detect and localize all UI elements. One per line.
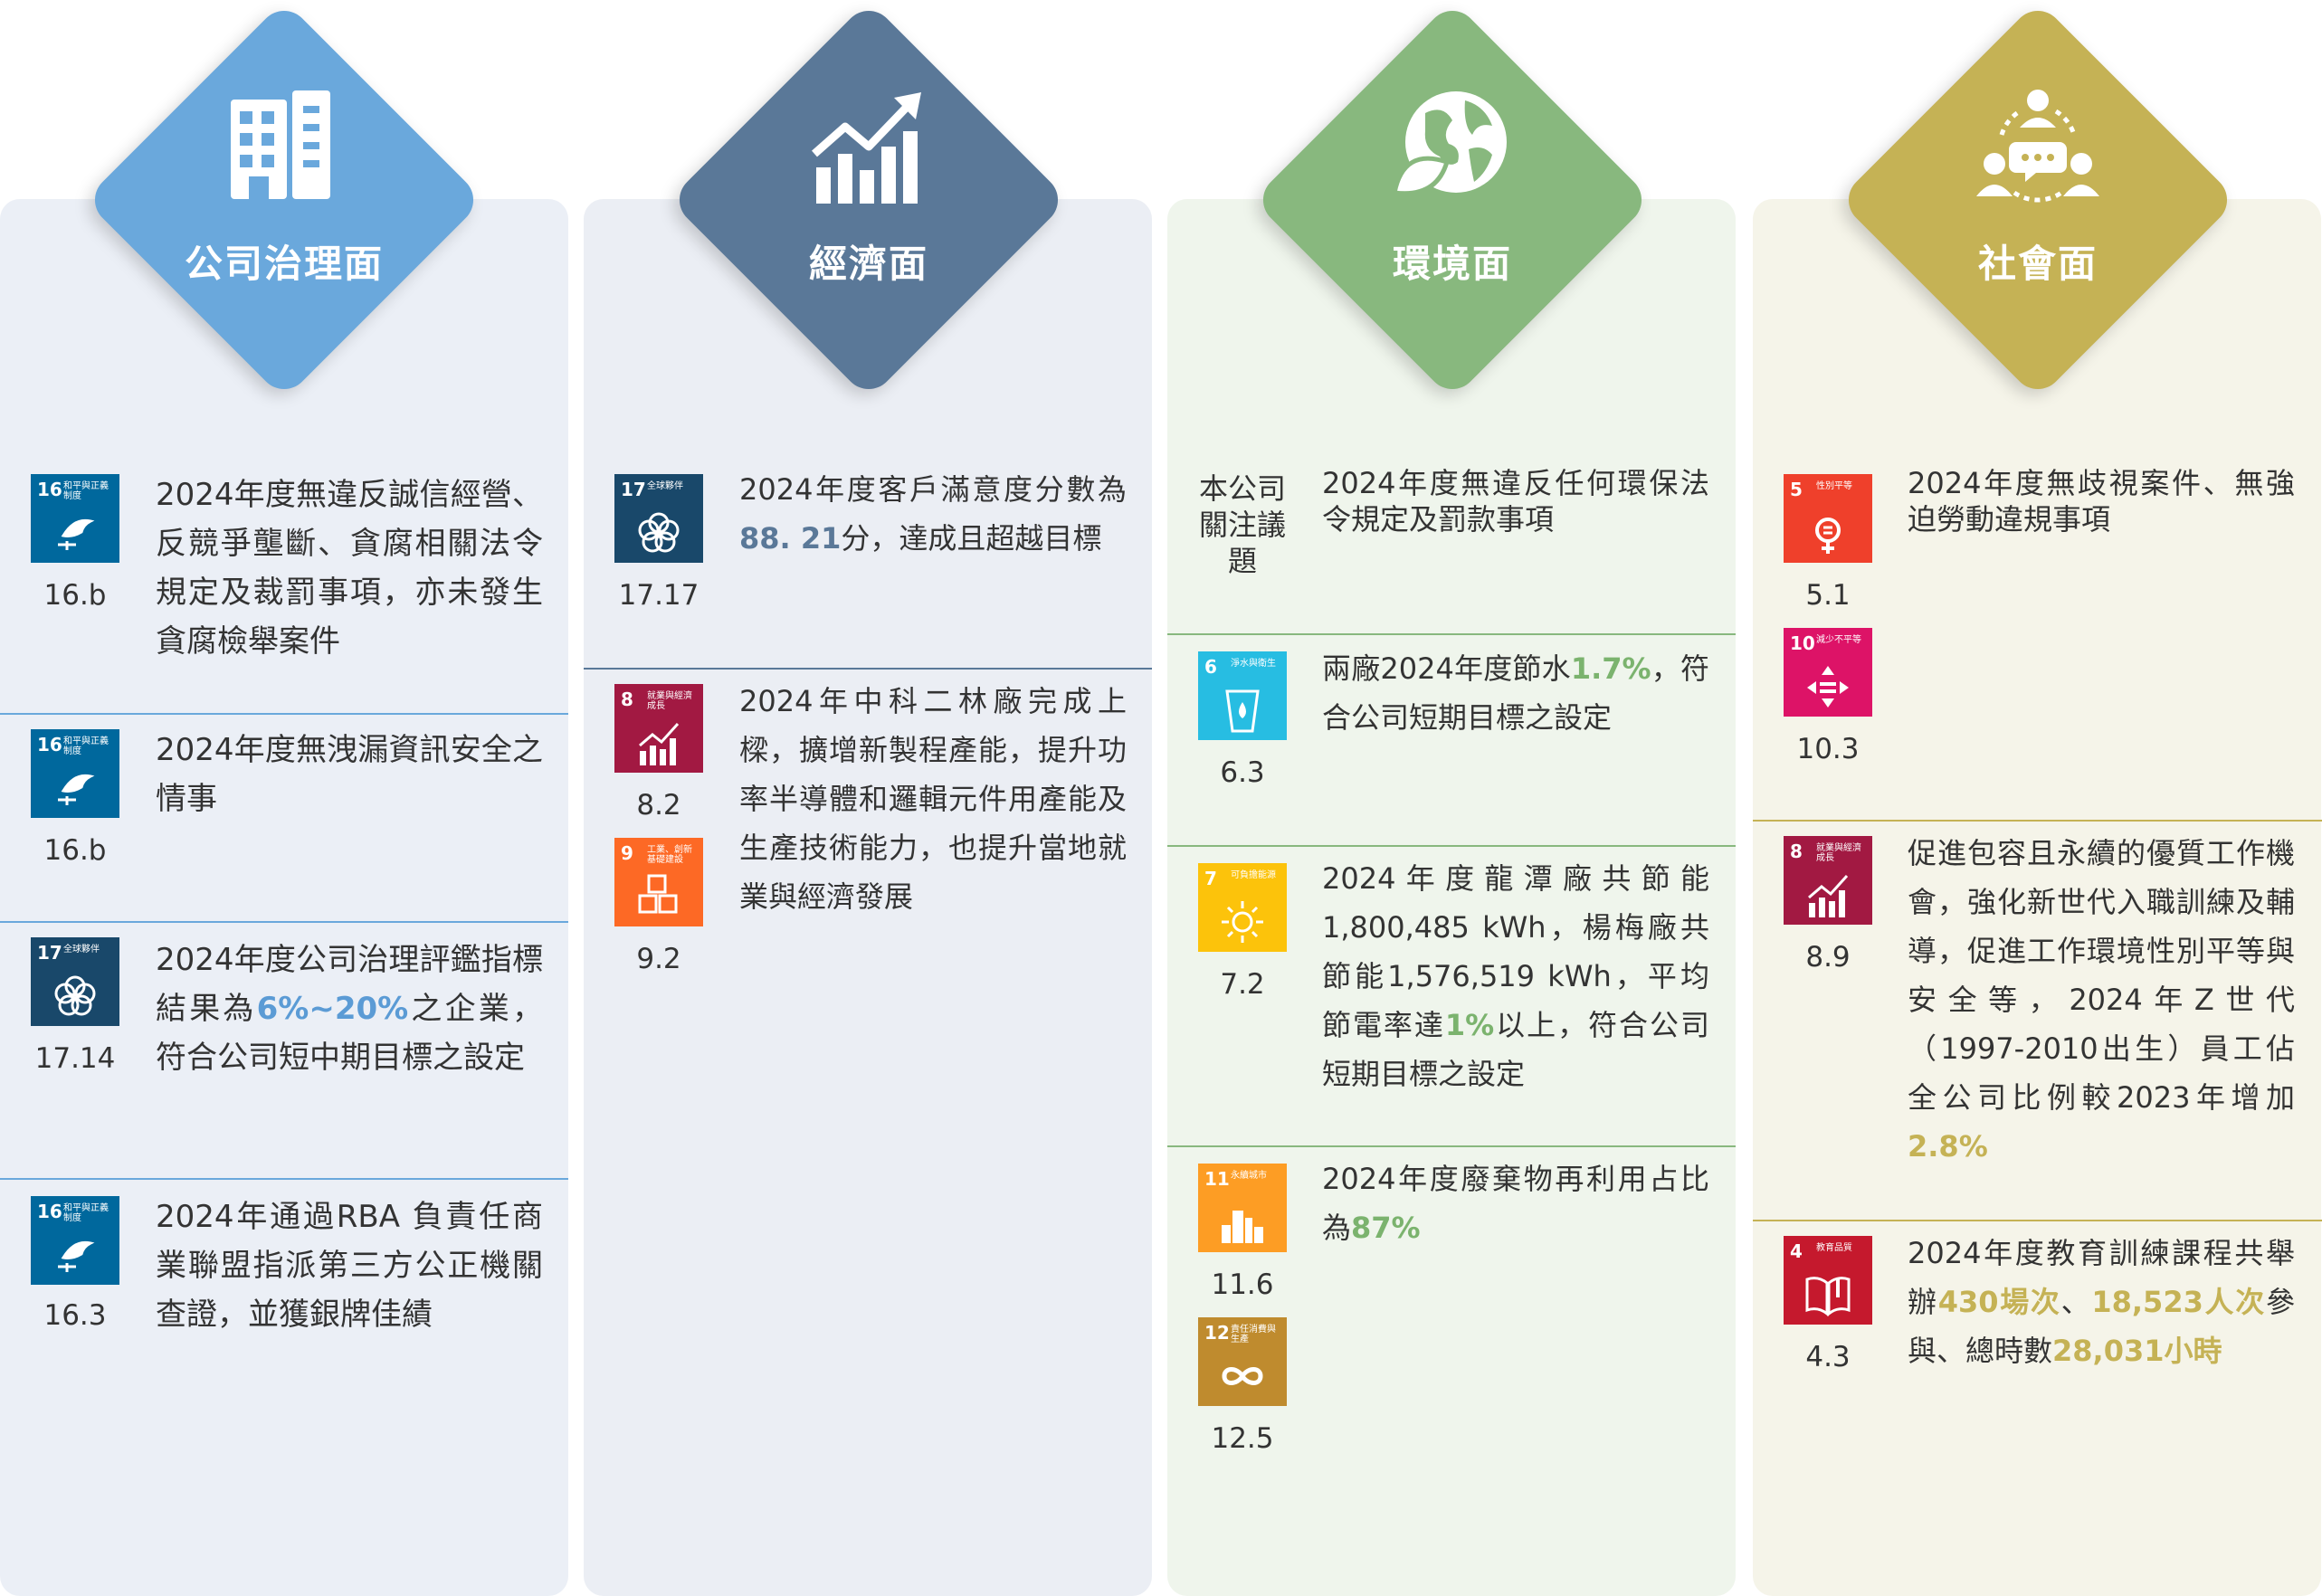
sdg-code: 7.2 [1220,968,1265,1001]
building-icon [231,90,330,199]
sdg-code: 5.1 [1805,579,1851,612]
flower-rings-icon [638,512,680,553]
governance-item-1: 2024年度無違反誠信經營、反競爭壟斷、貪腐相關法令規定及裁罰事項，亦未發生貪腐… [156,477,543,660]
dove-gavel-icon [58,1240,95,1272]
sdg8-badge: 8 就業與經濟成長 [1784,836,1872,925]
environment-item-4: 2024年度廢棄物再利用占比為87% [1322,1162,1709,1245]
environment-item-2: 兩廠2024年度節水1.7%，符合公司短期目標之設定 [1322,651,1709,735]
dove-gavel-icon [58,518,95,550]
governance-title: 公司治理面 [184,242,384,286]
society-item-1: 2024年度無歧視案件、無強迫勞動違規事項 [1908,466,2295,537]
governance-item-2: 2024年度無洩漏資訊安全之情事 [156,732,543,817]
cubes-icon [638,874,678,914]
sdg9-badge: 9 工業、創新基礎建設 [614,838,703,926]
divider [1753,1220,2322,1221]
city-icon [1222,1211,1263,1243]
sdg-code: 11.6 [1211,1268,1274,1301]
open-book-icon [1805,1277,1851,1317]
sdg-code: 8.2 [636,789,681,822]
divider [584,668,1152,670]
sdg16-badge: 16 和平與正義制度 [31,474,119,563]
environment-item-3: 2024年度龍潭廠共節能1,800,485 kWh，楊梅廠共節能1,576,51… [1322,861,1709,1091]
governance-item-4: 2024年通過RBA 負責任商業聯盟指派第三方公正機關查證，並獲銀牌佳績 [156,1199,543,1333]
gender-equality-icon [1815,518,1841,554]
sdg6-badge: 6 淨水與衛生 [1198,651,1287,740]
sun-power-icon [1222,901,1263,943]
divider [1167,1145,1736,1147]
sdg-code: 16.b [43,579,107,612]
sdg-code: 16.3 [43,1299,107,1332]
divider [0,921,568,923]
divider [1167,633,1736,635]
focus-issue-note: 本公司關注議題 [1198,471,1286,578]
community-icon [1976,90,2099,203]
sdg-code: 8.9 [1805,941,1851,974]
sdg-code: 12.5 [1211,1422,1274,1455]
reduced-inequality-icon [1807,666,1849,708]
bar-growth-icon [1808,874,1849,917]
sdg5-badge: 5 性別平等 [1784,474,1872,563]
sdg-code: 9.2 [636,943,681,975]
flower-rings-icon [54,975,96,1016]
sdg-code: 10.3 [1796,733,1860,765]
sdg16-badge: 16 和平與正義制度 [31,729,119,818]
growth-chart-icon [812,92,921,204]
economy-item-1: 2024年度客戶滿意度分數為88. 21分，達成且超越目標 [739,472,1127,556]
society-title: 社會面 [1977,242,2098,286]
society-item-2: 促進包容且永續的優質工作機會，強化新世代入職訓練及輔導，促進工作環境性別平等與安… [1908,836,2295,1164]
society-item-3: 2024年度教育訓練課程共舉辦430場次、18,523人次參與、總時數28,03… [1908,1236,2295,1368]
sdg17-badge: 17 全球夥伴 [614,474,703,563]
divider [1167,845,1736,847]
environment-item-1: 2024年度無違反任何環保法令規定及罰款事項 [1322,466,1709,537]
sdg7-badge: 7 可負擔能源 [1198,863,1287,952]
infinity-icon [1222,1367,1263,1385]
divider [1753,820,2322,822]
sdg-code: 16.b [43,834,107,867]
water-glass-icon [1225,689,1260,733]
earth-leaf-icon [1392,91,1507,196]
sdg4-badge: 4 教育品質 [1784,1236,1872,1325]
sdg-code: 17.14 [34,1042,116,1075]
environment-title: 環境面 [1392,242,1512,286]
divider [0,1178,568,1180]
sdg-code: 4.3 [1805,1341,1851,1373]
sdg10-badge: 10 減少不平等 [1784,628,1872,717]
bar-growth-icon [639,722,680,765]
sdg16-badge: 16 和平與正義制度 [31,1196,119,1285]
economy-item-2: 2024年中科二林廠完成上樑，擴增新製程產能，提升功率半導體和邏輯元件用產能及生… [739,684,1127,914]
sdg-code: 6.3 [1220,756,1265,789]
governance-item-3: 2024年度公司治理評鑑指標結果為6%~20%之企業，符合公司短中期目標之設定 [156,942,544,1076]
sdg11-badge: 11 永續城市 [1198,1164,1287,1252]
sdg-code: 17.17 [618,579,699,612]
sdg8-badge: 8 就業與經濟成長 [614,684,703,773]
divider [0,713,568,715]
governance-panel [0,199,568,1596]
sdg17-badge: 17 全球夥伴 [31,937,119,1026]
sdg12-badge: 12 責任消費與生產 [1198,1317,1287,1406]
economy-title: 經濟面 [808,242,928,286]
dove-gavel-icon [58,774,95,805]
